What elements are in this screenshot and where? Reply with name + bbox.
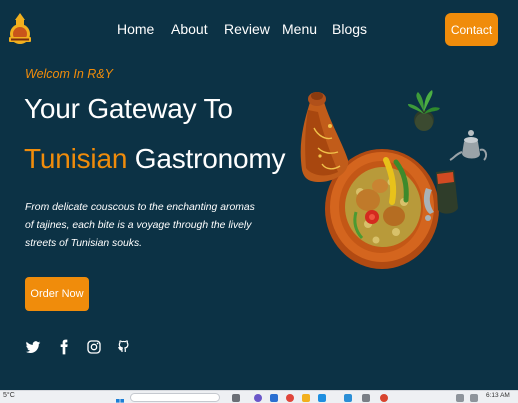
tray-icon[interactable]: [456, 394, 464, 402]
hero-title-rest: Gastronomy: [134, 143, 286, 174]
tajine-food-illustration: [296, 82, 492, 277]
github-icon[interactable]: [116, 337, 132, 355]
facebook-icon[interactable]: [56, 338, 72, 356]
instagram-icon[interactable]: [86, 338, 102, 356]
folder-icon[interactable]: [302, 394, 310, 402]
os-taskbar: 5°C 6:13 AM: [0, 390, 518, 403]
taskview-icon[interactable]: [232, 394, 240, 402]
hero-description: From delicate couscous to the enchanting…: [25, 202, 255, 249]
twitter-icon[interactable]: [25, 338, 41, 356]
vscode-icon[interactable]: [344, 394, 352, 402]
nav-item-blogs[interactable]: Blogs: [332, 21, 367, 37]
mint-plant-icon: [408, 90, 440, 131]
nav-item-home[interactable]: Home: [117, 21, 154, 37]
taskbar-weather: 5°C: [3, 392, 15, 399]
nav-item-menu[interactable]: Menu: [282, 21, 317, 37]
contact-button[interactable]: Contact: [445, 13, 498, 46]
nav-item-review[interactable]: Review: [224, 21, 270, 37]
hero-title-accent: Tunisian: [24, 143, 128, 174]
nav-item-about[interactable]: About: [171, 21, 208, 37]
edge-icon[interactable]: [270, 394, 278, 402]
app-icon[interactable]: [362, 394, 370, 402]
welcome-tagline: Welcom In R&Y: [25, 67, 113, 81]
teapot-icon: [449, 130, 488, 161]
chrome-icon[interactable]: [286, 394, 294, 402]
browser-icon[interactable]: [380, 394, 388, 402]
taskbar-clock: 6:13 AM: [486, 392, 510, 399]
store-icon[interactable]: [318, 394, 326, 402]
network-icon[interactable]: [470, 394, 478, 402]
tajine-lid-icon: [300, 92, 349, 182]
chat-app-icon[interactable]: [254, 394, 262, 402]
brand-logo[interactable]: [6, 10, 34, 46]
hero-title-line1: Your Gateway To: [24, 93, 233, 124]
order-now-button[interactable]: Order Now: [25, 277, 89, 311]
hero-title-line2: Tunisian Gastronomy: [24, 143, 285, 175]
taskbar-search-input[interactable]: [130, 393, 220, 402]
windows-start-icon[interactable]: [116, 394, 124, 403]
